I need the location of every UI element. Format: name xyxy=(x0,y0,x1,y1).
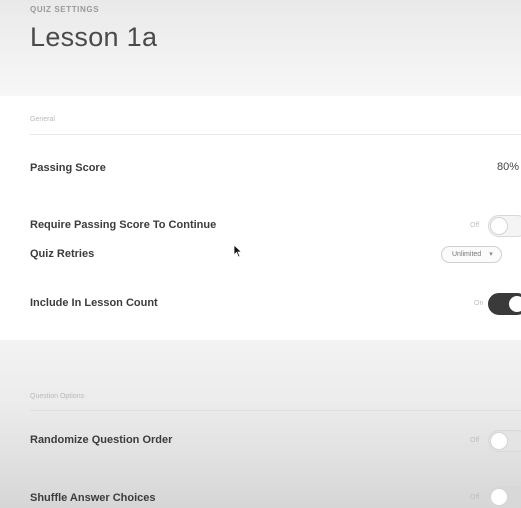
section-divider xyxy=(30,410,521,411)
section-divider xyxy=(30,134,521,135)
mouse-cursor-icon xyxy=(233,244,243,258)
randomize-question-order-toggle[interactable] xyxy=(488,430,521,452)
toggle-knob xyxy=(490,217,508,235)
passing-score-label: Passing Score xyxy=(30,162,106,174)
toggle-knob xyxy=(508,295,521,313)
toggle-knob xyxy=(490,432,508,450)
chevron-down-icon: ▾ xyxy=(489,251,493,258)
require-passing-toggle[interactable] xyxy=(488,215,521,237)
include-in-count-state-label: On xyxy=(474,300,484,307)
require-passing-score-label: Require Passing Score To Continue xyxy=(30,219,217,231)
settings-header: QUIZ SETTINGS Lesson 1a xyxy=(0,0,521,96)
shuffle-answer-choices-toggle[interactable] xyxy=(488,486,521,508)
quiz-retries-label: Quiz Retries xyxy=(30,248,95,260)
quiz-settings-panel: QUIZ SETTINGS Lesson 1a General Passing … xyxy=(0,0,521,508)
section-general-label: General xyxy=(30,116,55,123)
passing-score-value[interactable]: 80% xyxy=(497,161,519,173)
include-in-lesson-count-label: Include In Lesson Count xyxy=(30,297,158,309)
page-title: Lesson 1a xyxy=(30,22,158,52)
shuffle-answer-choices-label: Shuffle Answer Choices xyxy=(30,492,156,504)
quiz-retries-select[interactable]: Unlimited ▾ xyxy=(441,246,502,263)
section-question-options-label: Question Options xyxy=(30,393,85,400)
shuffle-state-label: Off xyxy=(470,494,480,501)
question-options-area xyxy=(0,340,521,508)
header-kicker: QUIZ SETTINGS xyxy=(30,5,100,14)
toggle-knob xyxy=(490,488,508,506)
include-in-count-toggle[interactable] xyxy=(488,293,521,315)
randomize-state-label: Off xyxy=(470,437,480,444)
require-passing-state-label: Off xyxy=(470,222,480,229)
randomize-question-order-label: Randomize Question Order xyxy=(30,434,173,446)
quiz-retries-selected: Unlimited xyxy=(452,251,482,258)
